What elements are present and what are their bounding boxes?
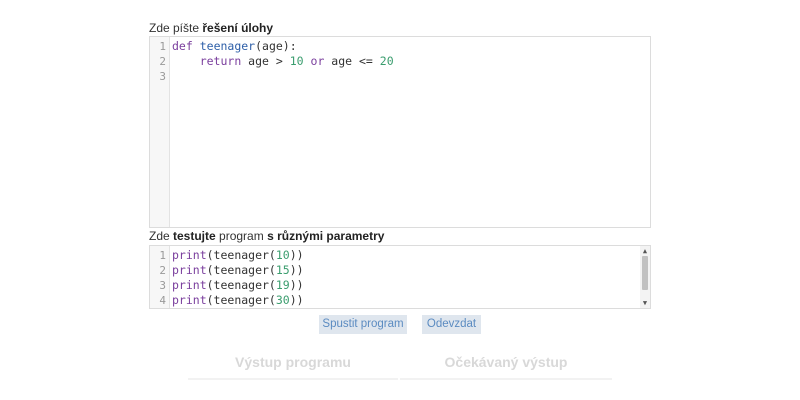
code-text: return age > 10 or age <= 20 <box>172 54 394 69</box>
solution-code-editor[interactable]: 1 def teenager(age): 2 return age > 10 or … <box>149 36 651 228</box>
code-line[interactable]: 2 return age > 10 or age <= 20 <box>150 54 650 69</box>
test-label-bold2: s různými parametry <box>267 229 385 243</box>
code-token: return <box>199 54 242 68</box>
code-token: 15 <box>275 263 290 277</box>
test-label-prefix: Zde <box>149 229 174 243</box>
code-token: 20 <box>379 54 394 68</box>
expected-output-divider <box>400 378 612 380</box>
line-number: 2 <box>159 55 166 68</box>
code-token: (age): <box>255 39 297 53</box>
code-token: )) <box>289 263 304 277</box>
code-token: print <box>172 263 207 277</box>
code-line[interactable]: 4 print(teenager(30)) <box>150 293 650 308</box>
solution-label-bold: řešení úlohy <box>202 21 274 35</box>
line-number: 1 <box>159 40 166 53</box>
test-label: Zde testujte program s různými parametry <box>149 229 384 243</box>
line-number: 2 <box>159 264 166 277</box>
code-token: print <box>172 293 207 307</box>
code-token: (teenager( <box>206 278 276 292</box>
code-text: print(teenager(15)) <box>172 263 304 278</box>
line-number: 1 <box>159 249 166 262</box>
code-line[interactable]: 3 print(teenager(19)) <box>150 278 650 293</box>
line-number: 3 <box>159 279 166 292</box>
code-line[interactable]: 1 print(teenager(10)) <box>150 248 650 263</box>
program-output-title: Výstup programu <box>235 354 351 370</box>
code-token: )) <box>289 293 304 307</box>
code-token: (teenager( <box>206 293 276 307</box>
code-line[interactable]: 2 print(teenager(15)) <box>150 263 650 278</box>
code-token: age > <box>241 54 290 68</box>
code-line[interactable]: 1 def teenager(age): <box>150 39 650 54</box>
test-code-editor[interactable]: ▲ ▼ 1 print(teenager(10)) 2 print(teenager(… <box>149 245 651 309</box>
solution-label-prefix: Zde píšte <box>149 21 203 35</box>
run-program-button[interactable]: Spustit program <box>319 315 407 334</box>
program-output-divider <box>188 378 398 380</box>
code-line[interactable]: 3 <box>150 69 650 84</box>
code-token: def <box>172 39 193 53</box>
code-token: print <box>172 248 207 262</box>
code-text: def teenager(age): <box>172 39 297 54</box>
test-label-mid: program <box>215 229 268 243</box>
line-number: 3 <box>159 70 166 83</box>
code-token: or <box>310 54 325 68</box>
code-token: print <box>172 278 207 292</box>
code-token: 30 <box>275 293 290 307</box>
code-token: 10 <box>289 54 304 68</box>
code-token: teenager <box>199 39 256 53</box>
expected-output-title: Očekávaný výstup <box>444 354 568 370</box>
code-text: print(teenager(30)) <box>172 293 304 308</box>
line-number: 4 <box>159 294 166 307</box>
solution-label: Zde píšte řešení úlohy <box>149 21 273 35</box>
code-text: print(teenager(19)) <box>172 278 304 293</box>
submit-button[interactable]: Odevzdat <box>422 315 481 334</box>
code-token: age <= <box>324 54 380 68</box>
code-text: print(teenager(10)) <box>172 248 304 263</box>
code-token: (teenager( <box>206 248 276 262</box>
code-token: (teenager( <box>206 263 276 277</box>
code-token: 10 <box>275 248 290 262</box>
test-label-bold1: testujte <box>173 229 216 243</box>
code-token: )) <box>289 248 304 262</box>
code-token: 19 <box>275 278 290 292</box>
code-token: )) <box>289 278 304 292</box>
